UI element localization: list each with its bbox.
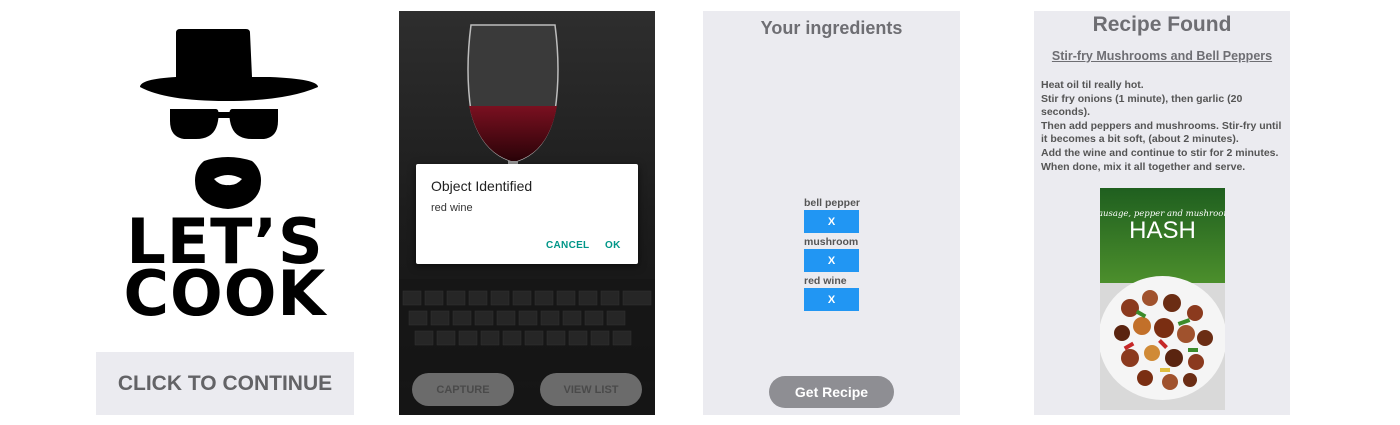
splash-screen: LET’S COOK CLICK TO CONTINUE (96, 11, 354, 415)
page-title: Recipe Found (1092, 13, 1232, 36)
list-item: red wine X (804, 275, 860, 314)
ingredient-name: bell pepper (804, 197, 861, 209)
list-item: bell pepper X (804, 197, 860, 236)
remove-ingredient-button[interactable]: X (804, 249, 859, 272)
recipe-step: Add the wine and continue to stir for 2 … (1041, 146, 1279, 159)
ingredient-list: bell pepper X mushroom X red wine X (804, 197, 860, 314)
recipe-steps: Heat oil til really hot. Stir fry onions… (1041, 79, 1286, 174)
ingredient-name: mushroom (804, 236, 859, 248)
logo-line-cook: COOK (123, 257, 327, 330)
logo-title: LET’S COOK (96, 211, 354, 330)
recipe-photo: sausage, pepper and mushroom HASH (1100, 188, 1225, 410)
ingredients-screen: Your ingredients bell pepper X mushroom … (703, 11, 960, 415)
capture-button[interactable]: CAPTURE (412, 373, 514, 406)
recipe-step: Stir fry onions (1 minute), then garlic … (1041, 92, 1243, 119)
get-recipe-button[interactable]: Get Recipe (769, 376, 894, 408)
remove-ingredient-button[interactable]: X (804, 210, 859, 233)
recipe-name-link[interactable]: Stir-fry Mushrooms and Bell Peppers (1034, 49, 1290, 63)
dialog-title: Object Identified (431, 178, 533, 194)
view-list-button[interactable]: VIEW LIST (540, 373, 642, 406)
object-identified-dialog: Object Identified red wine CANCEL OK (416, 164, 638, 264)
ok-button[interactable]: OK (605, 240, 621, 251)
camera-screen: Object Identified red wine CANCEL OK CAP… (399, 11, 655, 415)
page-title: Your ingredients (760, 18, 903, 38)
recipe-step: Heat oil til really hot. (1041, 79, 1144, 91)
recipe-step: Then add peppers and mushrooms. Stir-fry… (1041, 119, 1282, 146)
cancel-button[interactable]: CANCEL (546, 240, 589, 251)
photo-caption-big: HASH (1129, 217, 1196, 244)
click-to-continue-button[interactable]: CLICK TO CONTINUE (96, 352, 354, 415)
recipe-screen: Recipe Found Stir-fry Mushrooms and Bell… (1034, 11, 1290, 415)
ingredient-name: red wine (804, 275, 847, 287)
dialog-message: red wine (431, 202, 473, 214)
remove-ingredient-button[interactable]: X (804, 288, 859, 311)
list-item: mushroom X (804, 236, 860, 275)
recipe-step: When done, mix it all together and serve… (1041, 160, 1246, 173)
